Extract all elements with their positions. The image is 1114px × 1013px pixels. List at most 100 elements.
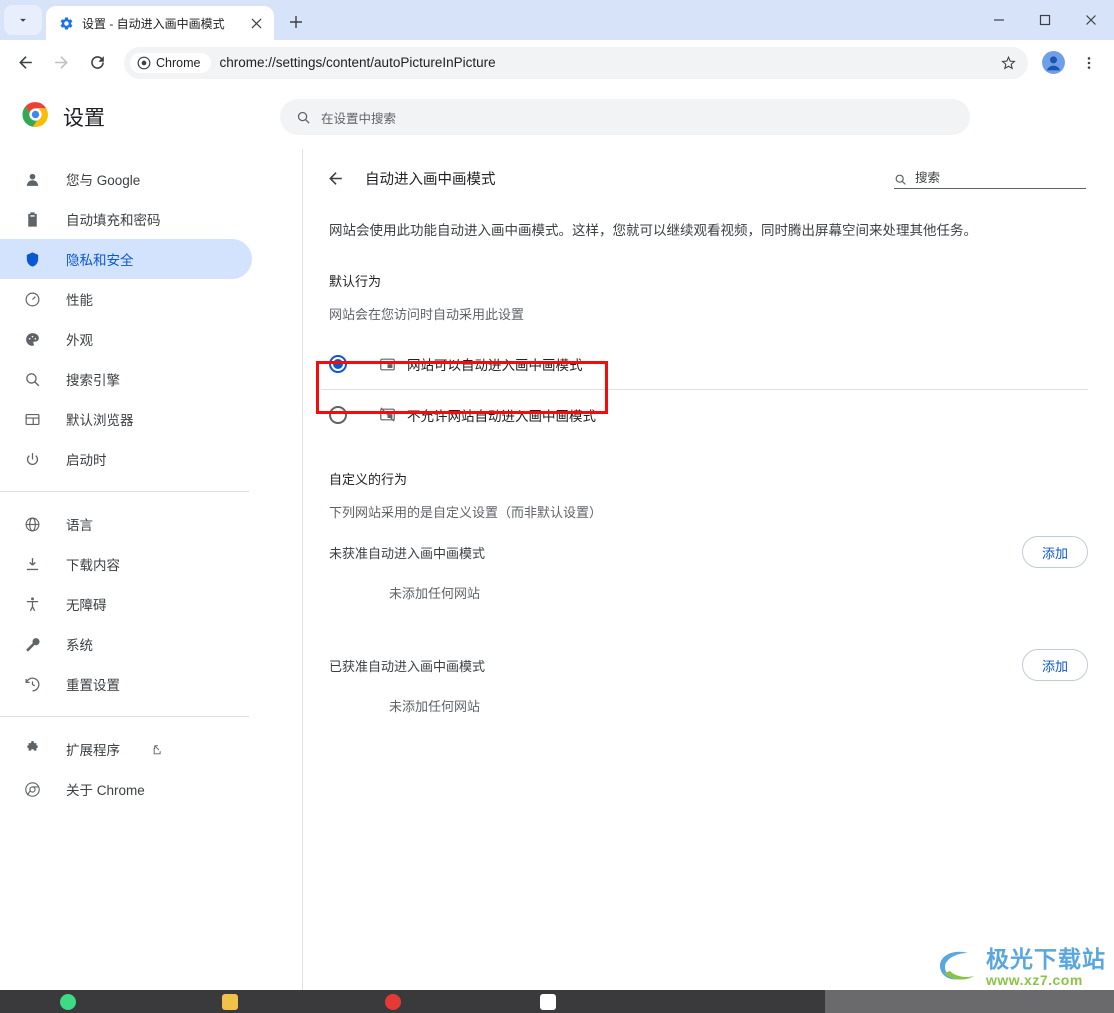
- radio-control-selected: [329, 355, 347, 374]
- settings-body: 您与 Google 自动填充和密码 隐私和安全 性能 外观 搜索引擎 默认浏览器…: [0, 149, 1114, 990]
- star-icon: [1000, 55, 1016, 70]
- taskbar-active-segment: [825, 990, 1114, 1013]
- new-tab-button[interactable]: [282, 8, 310, 36]
- three-dot-menu-icon: [1087, 56, 1091, 69]
- sidebar-item-search-engine[interactable]: 搜索引擎: [0, 359, 252, 399]
- close-window-button[interactable]: [1068, 0, 1114, 40]
- sidebar-label: 默认浏览器: [66, 413, 134, 428]
- sidebar-item-downloads[interactable]: 下载内容: [0, 544, 252, 584]
- sidebar-label: 关于 Chrome: [66, 783, 145, 798]
- watermark: 极光下载站 www.xz7.com: [936, 947, 1106, 987]
- search-icon: [297, 111, 310, 124]
- minimize-button[interactable]: [976, 0, 1022, 40]
- chrome-chip-label: Chrome: [156, 55, 201, 70]
- settings-header: 设置 在设置中搜索: [0, 85, 1114, 149]
- settings-search-input[interactable]: 在设置中搜索: [280, 99, 970, 135]
- sidebar-item-autofill[interactable]: 自动填充和密码: [0, 199, 252, 239]
- sidebar-label: 外观: [66, 333, 93, 348]
- sidebar-item-extensions[interactable]: 扩展程序: [0, 729, 252, 769]
- forward-button[interactable]: [44, 46, 78, 80]
- sidebar-item-about-chrome[interactable]: 关于 Chrome: [0, 769, 252, 809]
- sidebar-item-system[interactable]: 系统: [0, 624, 252, 664]
- add-allowed-site-button[interactable]: 添加: [1022, 649, 1088, 682]
- power-icon: [22, 449, 42, 469]
- settings-main-panel: 自动进入画中画模式 搜索 网站会使用此功能自动进入画中画模式。这样，您就可以继续…: [303, 149, 1114, 990]
- subpage-back-button[interactable]: [319, 162, 351, 194]
- default-behavior-subtitle: 网站会在您访问时自动采用此设置: [329, 307, 525, 323]
- sidebar-label: 无障碍: [66, 598, 107, 613]
- sidebar-label: 自动填充和密码: [66, 213, 161, 228]
- sidebar-label: 您与 Google: [66, 173, 141, 188]
- reload-button[interactable]: [80, 46, 114, 80]
- radio-label: 网站可以自动进入画中画模式: [407, 358, 583, 374]
- sidebar-label: 重置设置: [66, 678, 120, 693]
- radio-label: 不允许网站自动进入画中画模式: [407, 408, 596, 424]
- clipboard-icon: [22, 209, 42, 229]
- chrome-menu-button[interactable]: [1072, 46, 1106, 80]
- bookmark-star-button[interactable]: [994, 49, 1022, 77]
- sidebar-item-privacy-and-security[interactable]: 隐私和安全: [0, 239, 252, 279]
- permission-label-blocked: 未获准自动进入画中画模式: [329, 545, 486, 561]
- accessibility-icon: [22, 594, 42, 614]
- sidebar-label: 下载内容: [66, 558, 120, 573]
- sidebar-label: 系统: [66, 638, 93, 653]
- back-button[interactable]: [8, 46, 42, 80]
- sidebar-label: 性能: [66, 293, 93, 308]
- maximize-button[interactable]: [1022, 0, 1068, 40]
- browser-window: 设置 - 自动进入画中画模式 Chrome chrome://settings/…: [0, 0, 1114, 1013]
- sidebar-item-on-startup[interactable]: 启动时: [0, 439, 252, 479]
- profile-avatar-icon: [1041, 51, 1065, 74]
- permission-label-allowed: 已获准自动进入画中画模式: [329, 658, 486, 674]
- browser-tab[interactable]: 设置 - 自动进入画中画模式: [46, 6, 274, 40]
- taskbar-app-icon-3[interactable]: [385, 994, 401, 1010]
- sidebar-label: 扩展程序: [66, 743, 120, 758]
- chrome-origin-chip: Chrome: [130, 52, 212, 73]
- sidebar-label: 启动时: [66, 453, 107, 468]
- picture-in-picture-off-icon: [377, 405, 397, 425]
- subpage-search-input[interactable]: 搜索: [894, 167, 1086, 189]
- gear-icon: [58, 15, 74, 31]
- tab-search-button[interactable]: [4, 5, 42, 35]
- address-bar[interactable]: Chrome chrome://settings/content/autoPic…: [124, 46, 1028, 79]
- feature-description: 网站会使用此功能自动进入画中画模式。这样，您就可以继续观看视频，同时腾出屏幕空间…: [329, 223, 977, 238]
- settings-title: 设置: [63, 107, 105, 130]
- sidebar-item-languages[interactable]: 语言: [0, 504, 252, 544]
- profile-button[interactable]: [1036, 46, 1070, 80]
- download-icon: [22, 554, 42, 574]
- picture-in-picture-icon: [377, 354, 397, 374]
- allowed-empty-note: 未添加任何网站: [389, 699, 481, 715]
- taskbar-app-icon-4[interactable]: [540, 994, 556, 1010]
- settings-page: 设置 在设置中搜索 您与 Google 自动填充和密码 隐私和安全 性能 外观 …: [0, 85, 1114, 990]
- tab-strip: 设置 - 自动进入画中画模式: [0, 0, 1114, 40]
- subpage-header: 自动进入画中画模式 搜索: [303, 149, 1114, 207]
- settings-brand: 设置: [0, 101, 280, 133]
- plus-icon: [290, 16, 302, 28]
- permission-row-allowed: 已获准自动进入画中画模式 添加: [329, 634, 1088, 696]
- subpage-title: 自动进入画中画模式: [365, 171, 496, 188]
- taskbar-app-icon-1[interactable]: [60, 994, 76, 1010]
- window-controls: [976, 0, 1114, 40]
- add-blocked-site-button[interactable]: 添加: [1022, 536, 1088, 569]
- sidebar-item-performance[interactable]: 性能: [0, 279, 252, 319]
- sidebar-item-accessibility[interactable]: 无障碍: [0, 584, 252, 624]
- puzzle-icon: [22, 739, 42, 759]
- search-icon: [895, 174, 906, 185]
- custom-behavior-section: 未获准自动进入画中画模式 添加 未添加任何网站 已获准自动进入画中画模式 添加 …: [303, 521, 1114, 715]
- radio-option-allow[interactable]: 网站可以自动进入画中画模式: [321, 339, 1088, 389]
- taskbar-app-icon-2[interactable]: [222, 994, 238, 1010]
- wrench-icon: [22, 634, 42, 654]
- sidebar-divider: [0, 491, 249, 492]
- tab-close-button[interactable]: [246, 13, 266, 33]
- default-behavior-title: 默认行为: [329, 274, 382, 290]
- radio-option-block[interactable]: 不允许网站自动进入画中画模式: [321, 389, 1088, 439]
- watermark-main-text: 极光下载站: [986, 945, 1106, 972]
- address-bar-url: chrome://settings/content/autoPictureInP…: [219, 55, 496, 70]
- globe-icon: [22, 514, 42, 534]
- chrome-logo-icon: [22, 101, 49, 133]
- sidebar-item-appearance[interactable]: 外观: [0, 319, 252, 359]
- sidebar-item-reset-settings[interactable]: 重置设置: [0, 664, 252, 704]
- sidebar-item-you-and-google[interactable]: 您与 Google: [0, 159, 252, 199]
- sidebar-label: 搜索引擎: [66, 373, 120, 388]
- sidebar-item-default-browser[interactable]: 默认浏览器: [0, 399, 252, 439]
- os-taskbar: [0, 990, 1114, 1013]
